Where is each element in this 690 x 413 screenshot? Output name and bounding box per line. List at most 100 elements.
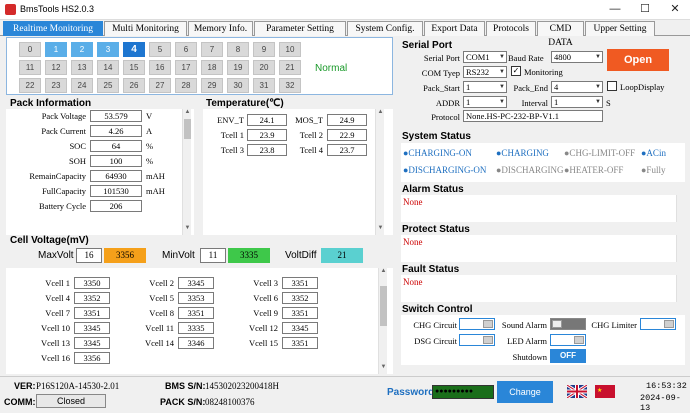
toggle-knob <box>483 320 493 328</box>
tab-system-config[interactable]: System Config. <box>347 21 423 36</box>
tab-export-data[interactable]: Export Data <box>424 21 485 36</box>
sound-alarm-toggle[interactable] <box>550 318 586 330</box>
temperature-scrollbar[interactable]: ▲ ▼ <box>375 109 384 235</box>
pack-cell[interactable]: 28 <box>175 78 197 93</box>
vcell-value: 3352 <box>74 292 110 304</box>
soh-unit: % <box>146 156 154 166</box>
pack-cell[interactable]: 0 <box>19 42 41 57</box>
fault-scrollbar[interactable] <box>676 275 685 302</box>
interval-unit: S <box>606 98 611 108</box>
uk-flag-icon[interactable] <box>567 385 587 398</box>
pack-info-title: Pack Information <box>10 98 92 109</box>
vcell-label: Vcell 7 <box>45 308 70 318</box>
pack-info-scrollbar[interactable]: ▲ ▼ <box>182 109 191 235</box>
tab-protocols[interactable]: Protocols <box>486 21 536 36</box>
addr-select[interactable]: 1 ▼ <box>463 96 507 108</box>
pack-cell[interactable]: 6 <box>175 42 197 57</box>
clock-date: 2024-09-13 <box>640 393 681 413</box>
pack-start-label: Pack_Start <box>423 83 460 93</box>
pack-cell-selected[interactable]: 4 <box>123 42 145 57</box>
minimize-button[interactable]: — <box>600 0 630 20</box>
vcell-label: Vcell 5 <box>149 293 174 303</box>
serial-port-title: Serial Port <box>402 40 453 51</box>
pack-cell[interactable]: 9 <box>253 42 275 57</box>
tab-memory-info[interactable]: Memory Info. <box>188 21 253 36</box>
tab-upper-setting[interactable]: Upper Setting <box>585 21 655 36</box>
toggle-knob <box>483 336 493 344</box>
pack-cell[interactable]: 8 <box>227 42 249 57</box>
pack-cell[interactable]: 19 <box>227 60 249 75</box>
vcell-label: Vcell 2 <box>149 278 174 288</box>
pack-cell[interactable]: 16 <box>149 60 171 75</box>
loop-display-checkbox[interactable] <box>607 81 617 91</box>
ver-label: VER: <box>14 381 36 391</box>
monitoring-checkbox[interactable]: ✓ <box>511 66 521 76</box>
pack-cell[interactable]: 14 <box>97 60 119 75</box>
scroll-down-icon[interactable]: ▼ <box>183 225 192 231</box>
vcell-value: 3345 <box>178 277 214 289</box>
pack-cell[interactable]: 3 <box>97 42 119 57</box>
cell-voltage-scrollbar[interactable]: ▲ ▼ <box>378 268 387 374</box>
cn-flag-icon[interactable]: ★ <box>595 385 615 398</box>
tab-cmd-data[interactable]: CMD DATA <box>537 21 584 48</box>
scroll-up-icon[interactable]: ▲ <box>183 109 192 115</box>
bottom-status-bar: VER: P16S120A-14530-2.01 BMS S/N: 145302… <box>0 376 690 413</box>
chg-circuit-toggle[interactable] <box>459 318 495 330</box>
pack-end-select[interactable]: 4 ▼ <box>551 81 603 93</box>
pack-cell[interactable]: 26 <box>123 78 145 93</box>
pack-cell[interactable]: 24 <box>71 78 93 93</box>
alarm-scrollbar[interactable] <box>676 195 685 222</box>
tab-parameter-setting[interactable]: Parameter Setting <box>254 21 346 36</box>
scroll-down-icon[interactable]: ▼ <box>379 364 388 370</box>
tab-realtime-monitoring[interactable]: Realtime Monitoring <box>3 21 103 36</box>
pack-cell[interactable]: 17 <box>175 60 197 75</box>
pack-cell[interactable]: 2 <box>71 42 93 57</box>
shutdown-off-button[interactable]: OFF <box>550 349 586 363</box>
pack-cell[interactable]: 10 <box>279 42 301 57</box>
scroll-up-icon[interactable]: ▲ <box>376 109 385 115</box>
pack-cell[interactable]: 30 <box>227 78 249 93</box>
interval-select[interactable]: 1 ▼ <box>551 96 603 108</box>
pack-start-select[interactable]: 1 ▼ <box>463 81 507 93</box>
pack-voltage-value: 53.579 <box>90 110 142 122</box>
pack-cell[interactable]: 20 <box>253 60 275 75</box>
maximize-button[interactable]: ☐ <box>630 0 660 20</box>
pack-cell[interactable]: 31 <box>253 78 275 93</box>
scroll-thumb[interactable] <box>380 286 387 326</box>
pack-cell[interactable]: 18 <box>201 60 223 75</box>
scroll-down-icon[interactable]: ▼ <box>376 225 385 231</box>
scroll-thumb[interactable] <box>184 119 191 139</box>
pack-cell[interactable]: 25 <box>97 78 119 93</box>
pack-cell[interactable]: 1 <box>45 42 67 57</box>
pack-cell[interactable]: 22 <box>19 78 41 93</box>
pack-cell[interactable]: 27 <box>149 78 171 93</box>
scroll-up-icon[interactable]: ▲ <box>379 268 388 274</box>
open-button[interactable]: Open <box>607 49 669 71</box>
svg-text:★: ★ <box>597 387 602 394</box>
pack-cell[interactable]: 12 <box>45 60 67 75</box>
led-alarm-toggle[interactable] <box>550 334 586 346</box>
com-type-select[interactable]: RS232 ▼ <box>463 66 507 78</box>
pack-cell[interactable]: 13 <box>71 60 93 75</box>
pack-cell[interactable]: 29 <box>201 78 223 93</box>
pack-cell[interactable]: 5 <box>149 42 171 57</box>
pack-cell[interactable]: 32 <box>279 78 301 93</box>
vcell-value: 3351 <box>282 277 318 289</box>
pack-voltage-label: Pack Voltage <box>41 111 86 121</box>
dsg-circuit-toggle[interactable] <box>459 334 495 346</box>
status-discharging: ●DISCHARGING <box>496 165 564 175</box>
baud-rate-select[interactable]: 4800 ▼ <box>551 51 603 63</box>
protect-scrollbar[interactable] <box>676 235 685 262</box>
serial-port-select[interactable]: COM1 ▼ <box>463 51 507 63</box>
tab-multi-monitoring[interactable]: Multi Monitoring <box>104 21 187 36</box>
change-button[interactable]: Change <box>497 381 553 403</box>
close-button[interactable]: ✕ <box>660 0 690 20</box>
pack-cell[interactable]: 11 <box>19 60 41 75</box>
pack-cell[interactable]: 21 <box>279 60 301 75</box>
pack-cell[interactable]: 7 <box>201 42 223 57</box>
volt-diff-value: 21 <box>321 248 363 263</box>
chg-limiter-toggle[interactable] <box>640 318 676 330</box>
pack-cell[interactable]: 15 <box>123 60 145 75</box>
password-input[interactable]: ●●●●●●●●● <box>432 385 494 399</box>
pack-cell[interactable]: 23 <box>45 78 67 93</box>
